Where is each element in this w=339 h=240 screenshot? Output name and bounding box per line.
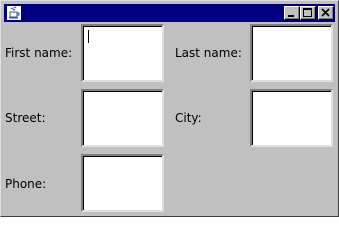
close-button[interactable]	[318, 6, 334, 20]
street-label: Street:	[5, 111, 46, 125]
phone-field[interactable]	[81, 154, 164, 212]
minimize-icon	[288, 15, 294, 17]
first-name-label: First name:	[5, 46, 73, 60]
last-name-field[interactable]	[250, 24, 333, 82]
maximize-button[interactable]	[300, 6, 316, 20]
first-name-field[interactable]	[81, 24, 164, 82]
app-window: First name: Last name: Street: City: Pho…	[0, 0, 339, 217]
close-icon	[321, 8, 330, 17]
city-label: City:	[175, 111, 202, 125]
java-coffee-cup-icon[interactable]	[6, 5, 22, 21]
phone-label: Phone:	[5, 177, 47, 191]
last-name-label: Last name:	[175, 46, 242, 60]
maximize-icon	[303, 8, 312, 17]
title-bar[interactable]	[4, 4, 335, 22]
city-field[interactable]	[250, 89, 333, 147]
street-field[interactable]	[81, 89, 164, 147]
minimize-button[interactable]	[284, 6, 300, 20]
text-caret	[88, 30, 89, 43]
